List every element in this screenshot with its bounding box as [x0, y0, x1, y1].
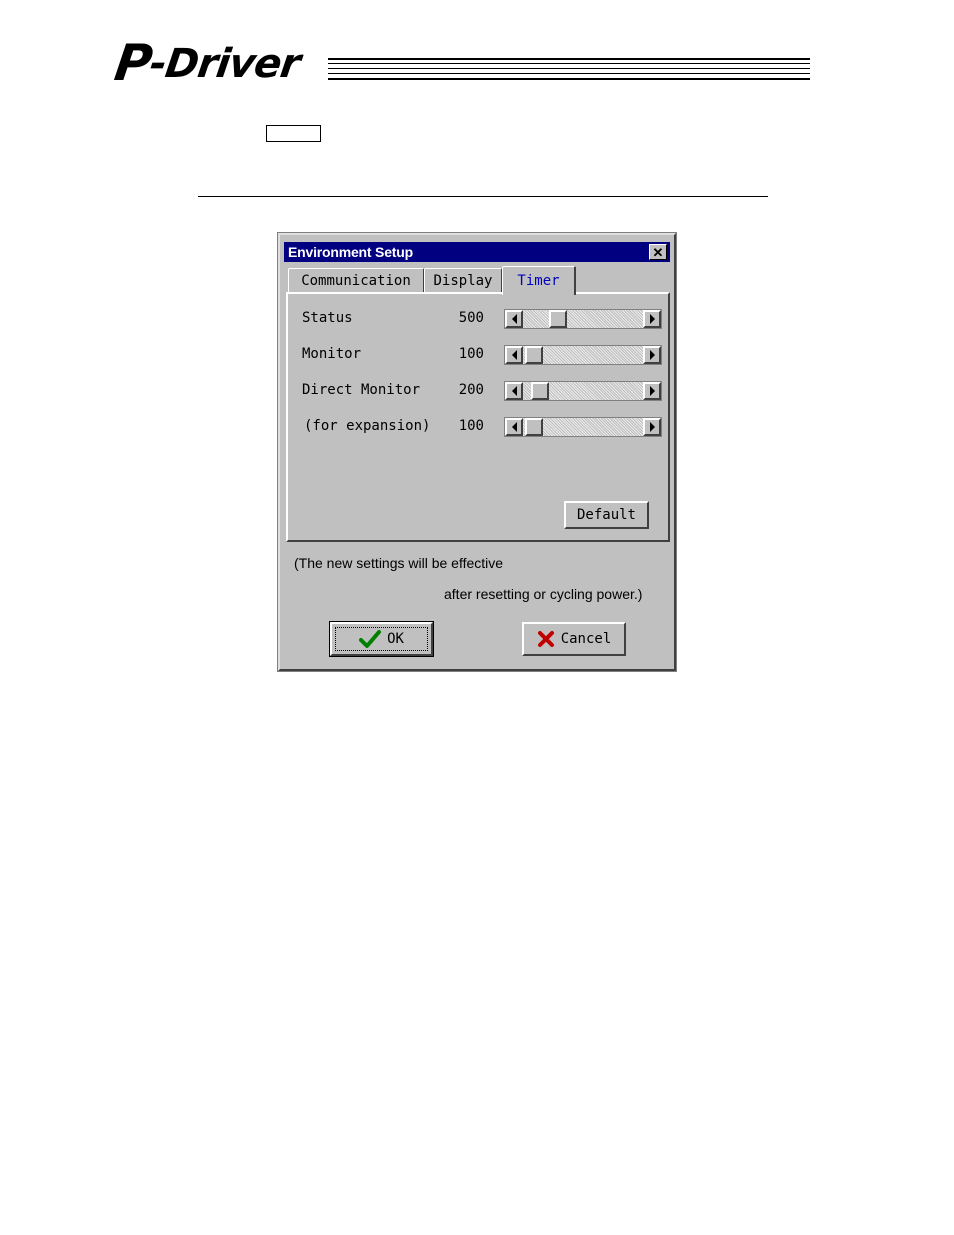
tab-label: Display — [433, 272, 493, 289]
arrow-left-icon — [511, 314, 517, 324]
arrow-left-icon — [511, 422, 517, 432]
settings-note-line2: after resetting or cycling power.) — [444, 586, 643, 602]
close-icon: ✕ — [652, 244, 664, 260]
tab-label: Timer — [517, 273, 560, 289]
status-slider[interactable] — [504, 309, 662, 329]
row-label-for-expansion: (for expansion) — [304, 418, 431, 434]
slider-thumb[interactable] — [531, 382, 550, 400]
scroll-left-button[interactable] — [505, 418, 523, 436]
scroll-right-button[interactable] — [643, 418, 661, 436]
tab-timer[interactable]: Timer — [502, 266, 576, 295]
arrow-left-icon — [511, 350, 517, 360]
arrow-left-icon — [511, 386, 517, 396]
row-label-monitor: Monitor — [302, 346, 362, 362]
cancel-button-label: Cancel — [560, 631, 612, 647]
scroll-left-button[interactable] — [505, 346, 523, 364]
p-driver-logo: P -Driver — [111, 34, 302, 92]
slider-thumb[interactable] — [525, 418, 544, 436]
section-divider — [198, 196, 768, 197]
arrow-right-icon — [649, 386, 655, 396]
slider-thumb[interactable] — [548, 310, 567, 328]
row-label-status: Status — [302, 310, 353, 326]
default-button-label: Default — [576, 507, 636, 523]
x-icon — [537, 631, 554, 647]
blank-box — [266, 125, 321, 142]
settings-note-line1: (The new settings will be effective — [294, 555, 504, 571]
close-button[interactable]: ✕ — [649, 244, 667, 260]
logo-driver: -Driver — [146, 41, 303, 87]
tab-label: Communication — [301, 272, 411, 289]
row-value-direct-monitor: 200 — [458, 382, 484, 398]
direct-monitor-slider[interactable] — [504, 381, 662, 401]
scroll-left-button[interactable] — [505, 310, 523, 328]
environment-setup-dialog: Environment Setup ✕ Communication Displa… — [277, 232, 677, 672]
row-value-for-expansion: 100 — [458, 418, 484, 434]
header-rule-lines — [328, 58, 810, 84]
focus-rect — [335, 627, 428, 651]
timer-panel: Status 500 Monitor 100 Direct Monitor 20… — [286, 292, 670, 542]
row-value-monitor: 100 — [458, 346, 484, 362]
scroll-right-button[interactable] — [643, 382, 661, 400]
arrow-right-icon — [649, 350, 655, 360]
row-label-direct-monitor: Direct Monitor — [302, 382, 421, 398]
dialog-titlebar[interactable]: Environment Setup ✕ — [284, 242, 670, 262]
arrow-right-icon — [649, 422, 655, 432]
slider-thumb[interactable] — [525, 346, 544, 364]
ok-button[interactable]: OK — [329, 621, 434, 657]
scroll-left-button[interactable] — [505, 382, 523, 400]
cancel-button[interactable]: Cancel — [522, 622, 626, 656]
dialog-title: Environment Setup — [288, 244, 413, 260]
for-expansion-slider[interactable] — [504, 417, 662, 437]
scroll-right-button[interactable] — [643, 310, 661, 328]
row-value-status: 500 — [458, 310, 484, 326]
tab-display[interactable]: Display — [424, 268, 502, 292]
tab-communication[interactable]: Communication — [288, 268, 424, 292]
default-button[interactable]: Default — [564, 501, 649, 529]
monitor-slider[interactable] — [504, 345, 662, 365]
scroll-right-button[interactable] — [643, 346, 661, 364]
arrow-right-icon — [649, 314, 655, 324]
